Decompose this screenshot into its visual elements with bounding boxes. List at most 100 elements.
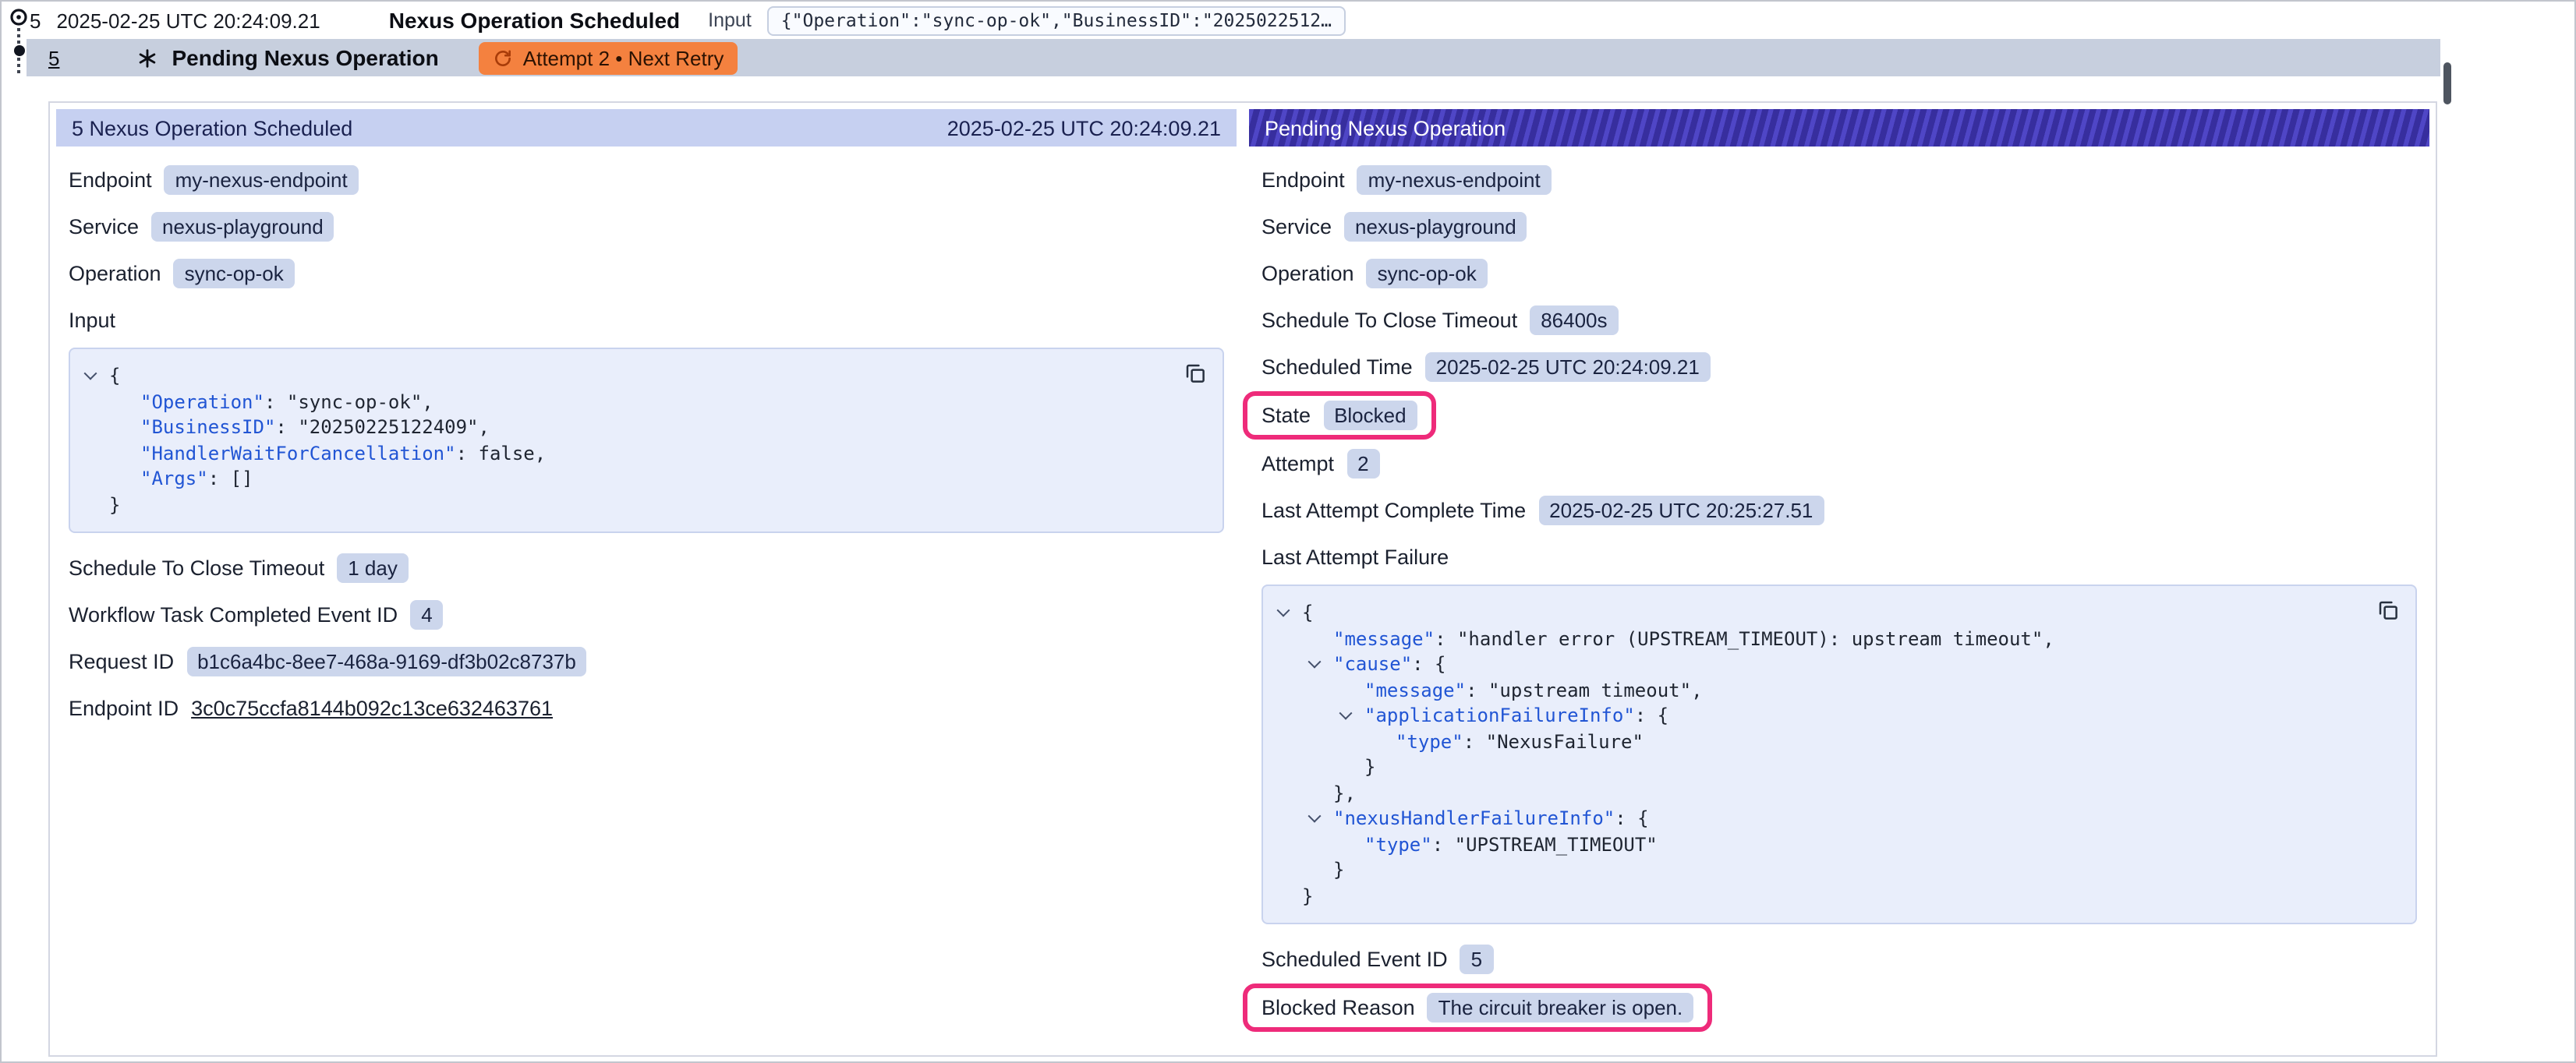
field-label: Endpoint: [1261, 168, 1345, 192]
field-value-badge: sync-op-ok: [174, 259, 295, 288]
code-line: {: [86, 363, 1207, 389]
code-line: }: [1279, 754, 2400, 780]
code-line: "type": "UPSTREAM_TIMEOUT": [1279, 832, 2400, 857]
attempt-retry-label: Attempt 2 • Next Retry: [523, 46, 724, 69]
collapse-chevron-icon[interactable]: [86, 372, 109, 381]
input-label: Input: [708, 9, 752, 31]
field-endpoint: Endpoint my-nexus-endpoint: [1261, 164, 1552, 196]
code-line: "message": "handler error (UPSTREAM_TIME…: [1279, 626, 2400, 652]
field-value-badge: 86400s: [1530, 305, 1618, 335]
event-name: Nexus Operation Scheduled: [389, 8, 680, 33]
field-scheduled-time: Scheduled Time 2025-02-25 UTC 20:24:09.21: [1261, 351, 1711, 383]
field-value-link[interactable]: 3c0c75ccfa8144b092c13ce632463761: [191, 697, 553, 720]
field-value-badge: 1 day: [337, 553, 409, 583]
collapse-chevron-icon[interactable]: [1310, 660, 1333, 669]
copy-icon[interactable]: [2376, 599, 2400, 622]
code-line: "HandlerWaitForCancellation": false,: [86, 440, 1207, 466]
code-line: "cause": {: [1279, 652, 2400, 677]
scrollbar-thumb[interactable]: [2443, 62, 2451, 104]
event-details-container: 5 Nexus Operation Scheduled 2025-02-25 U…: [48, 101, 2437, 1057]
pending-operation-header: Pending Nexus Operation: [1249, 109, 2429, 147]
event-timestamp: 2025-02-25 UTC 20:24:09.21: [56, 9, 320, 32]
scheduled-event-header-time: 2025-02-25 UTC 20:24:09.21: [947, 116, 1221, 139]
field-operation: Operation sync-op-ok: [1261, 257, 1488, 290]
field-value-badge: my-nexus-endpoint: [165, 165, 359, 195]
field-label: Blocked Reason: [1261, 996, 1415, 1019]
code-line: }: [1279, 857, 2400, 883]
field-value-badge: nexus-playground: [1344, 212, 1527, 242]
event-timeline-rail: [8, 8, 30, 75]
field-label: Scheduled Event ID: [1261, 948, 1448, 971]
code-line: "applicationFailureInfo": {: [1279, 703, 2400, 729]
field-attempt: Attempt 2: [1261, 447, 1380, 480]
field-label: Service: [1261, 215, 1332, 238]
field-label: Last Attempt Complete Time: [1261, 499, 1526, 522]
field-label: Endpoint: [69, 168, 152, 192]
timeline-connector: [17, 28, 20, 44]
field-label: Request ID: [69, 650, 174, 673]
field-value-badge: 2025-02-25 UTC 20:24:09.21: [1425, 352, 1711, 382]
field-operation: Operation sync-op-ok: [69, 257, 295, 290]
field-label: Endpoint ID: [69, 697, 179, 720]
code-line: "Args": []: [86, 466, 1207, 492]
event-row-pending-nexus-operation[interactable]: 5 Pending Nexus Operation Attempt 2 • Ne…: [27, 39, 2440, 76]
input-json-block: {"Operation": "sync-op-ok","BusinessID":…: [69, 348, 1224, 533]
field-value-badge: nexus-playground: [151, 212, 334, 242]
pending-event-name: Pending Nexus Operation: [172, 45, 438, 70]
field-label: Workflow Task Completed Event ID: [69, 603, 398, 627]
field-service: Service nexus-playground: [69, 210, 334, 243]
event-list: 5 2025-02-25 UTC 20:24:09.21 Nexus Opera…: [27, 2, 2574, 76]
code-line: "BusinessID": "20250225122409",: [86, 415, 1207, 440]
collapse-chevron-icon[interactable]: [1310, 814, 1333, 824]
field-value-badge: sync-op-ok: [1367, 259, 1488, 288]
field-service: Service nexus-playground: [1261, 210, 1527, 243]
code-line: }: [86, 492, 1207, 517]
event-row-nexus-operation-scheduled[interactable]: 5 2025-02-25 UTC 20:24:09.21 Nexus Opera…: [27, 2, 2574, 39]
field-endpoint-id: Endpoint ID 3c0c75ccfa8144b092c13ce632463…: [69, 692, 553, 725]
event-marker-circle-icon: [9, 8, 28, 26]
field-schedule-to-close-timeout: Schedule To Close Timeout86400s: [1261, 304, 1619, 337]
field-label: Operation: [1261, 262, 1354, 285]
field-scheduled-event-id: Scheduled Event ID 5: [1261, 943, 1493, 976]
field-value-badge: The circuit breaker is open.: [1428, 993, 1694, 1022]
event-id-link[interactable]: 5: [48, 46, 59, 69]
copy-icon[interactable]: [1184, 362, 1207, 385]
input-section-label: Input: [69, 309, 115, 332]
field-label: State: [1261, 404, 1311, 427]
code-line: "nexusHandlerFailureInfo": {: [1279, 806, 2400, 832]
field-request-id: Request ID b1c6a4bc-8ee7-468a-9169-df3b02…: [69, 645, 587, 678]
scheduled-event-body: Endpoint my-nexus-endpoint Service nexus-pl…: [56, 147, 1237, 748]
field-label: Schedule To Close Timeout: [69, 556, 324, 580]
event-id[interactable]: 5: [30, 9, 41, 32]
field-value-badge: 4: [410, 600, 443, 630]
field-label: Operation: [69, 262, 161, 285]
pending-operation-panel: Pending Nexus Operation Endpoint my-nexus…: [1249, 109, 2429, 1049]
attempt-retry-badge: Attempt 2 • Next Retry: [479, 41, 738, 74]
field-state: State Blocked: [1261, 397, 1436, 433]
collapse-chevron-icon[interactable]: [1279, 609, 1302, 618]
field-value-badge: Blocked: [1323, 401, 1417, 430]
code-line: "message": "upstream timeout",: [1279, 677, 2400, 703]
field-value-badge: my-nexus-endpoint: [1357, 165, 1552, 195]
pending-operation-body: Endpoint my-nexus-endpoint Service nexus-pl…: [1249, 147, 2429, 1049]
field-value-badge: b1c6a4bc-8ee7-468a-9169-df3b02c8737b: [186, 647, 587, 676]
timeline-connector: [17, 58, 20, 73]
failure-json-block: {"message": "handler error (UPSTREAM_TIM…: [1261, 584, 2417, 924]
field-value-badge: 2: [1346, 449, 1379, 479]
highlight-annotation-blocked-reason: Blocked Reason The circuit breaker is ope…: [1243, 984, 1712, 1032]
retry-icon: [494, 48, 514, 68]
field-label: Service: [69, 215, 139, 238]
event-marker-dot-icon: [13, 45, 24, 56]
field-label: Attempt: [1261, 452, 1334, 475]
field-workflow-task-completed-event-id: Workflow Task Completed Event ID 4: [69, 599, 444, 631]
field-label: Scheduled Time: [1261, 355, 1413, 379]
code-line: "type": "NexusFailure": [1279, 729, 2400, 754]
field-schedule-to-close-timeout: Schedule To Close Timeout 1 day: [69, 552, 409, 584]
highlight-annotation-state: State Blocked: [1243, 391, 1436, 440]
field-value-badge: 5: [1460, 945, 1493, 974]
code-line: {: [1279, 600, 2400, 626]
field-last-attempt-complete-time: Last Attempt Complete Time 2025-02-25 UTC…: [1261, 494, 1824, 527]
field-value-badge: 2025-02-25 UTC 20:25:27.51: [1538, 496, 1824, 525]
temporal-event-history-view: 5 2025-02-25 UTC 20:24:09.21 Nexus Opera…: [0, 0, 2576, 1063]
collapse-chevron-icon[interactable]: [1341, 712, 1364, 721]
